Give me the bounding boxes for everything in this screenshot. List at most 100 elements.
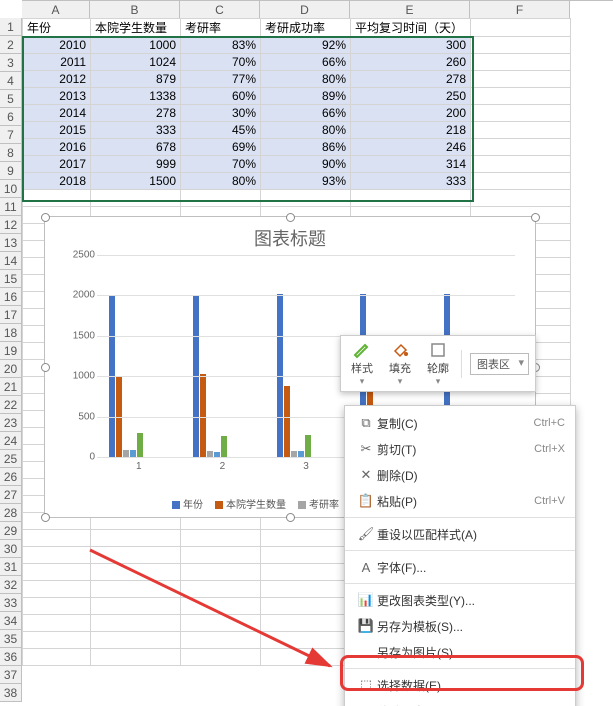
- legend-item[interactable]: 年份: [168, 496, 203, 511]
- cell[interactable]: [23, 547, 91, 564]
- style-button[interactable]: 样式▾: [347, 340, 377, 387]
- menu-item[interactable]: ⧉复制(C)Ctrl+C: [345, 410, 575, 436]
- cell[interactable]: 250: [351, 88, 471, 105]
- cell[interactable]: [471, 71, 571, 88]
- outline-button[interactable]: 轮廓▾: [423, 340, 453, 387]
- resize-handle[interactable]: [41, 213, 50, 222]
- cell[interactable]: 333: [351, 173, 471, 190]
- cell[interactable]: [23, 649, 91, 666]
- cell[interactable]: [91, 530, 181, 547]
- cell[interactable]: 92%: [261, 37, 351, 54]
- chart-bar[interactable]: [221, 436, 227, 457]
- chart-bar[interactable]: [284, 386, 290, 457]
- row-header-4[interactable]: 4: [0, 72, 22, 90]
- row-header-15[interactable]: 15: [0, 270, 22, 288]
- cell[interactable]: [181, 547, 261, 564]
- row-header-24[interactable]: 24: [0, 432, 22, 450]
- menu-item[interactable]: 另存为图片(S)...: [345, 639, 575, 665]
- cell[interactable]: [23, 564, 91, 581]
- row-header-19[interactable]: 19: [0, 342, 22, 360]
- row-header-14[interactable]: 14: [0, 252, 22, 270]
- cell[interactable]: 80%: [181, 173, 261, 190]
- row-header-31[interactable]: 31: [0, 558, 22, 576]
- cell[interactable]: [181, 598, 261, 615]
- row-header-18[interactable]: 18: [0, 324, 22, 342]
- cell[interactable]: 66%: [261, 54, 351, 71]
- cell[interactable]: [261, 632, 351, 649]
- menu-item[interactable]: 📋粘贴(P)Ctrl+V: [345, 488, 575, 514]
- cell[interactable]: [261, 581, 351, 598]
- cell[interactable]: [471, 190, 571, 207]
- row-header-21[interactable]: 21: [0, 378, 22, 396]
- cell[interactable]: 考研成功率: [261, 19, 351, 37]
- cell[interactable]: 89%: [261, 88, 351, 105]
- cell[interactable]: 80%: [261, 71, 351, 88]
- cell[interactable]: 70%: [181, 54, 261, 71]
- row-header-23[interactable]: 23: [0, 414, 22, 432]
- cell[interactable]: 66%: [261, 105, 351, 122]
- row-header-6[interactable]: 6: [0, 108, 22, 126]
- row-header-29[interactable]: 29: [0, 522, 22, 540]
- row-headers[interactable]: 1234567891011121314151617181920212223242…: [0, 18, 22, 702]
- cell[interactable]: [471, 173, 571, 190]
- row-header-3[interactable]: 3: [0, 54, 22, 72]
- cell[interactable]: 314: [351, 156, 471, 173]
- cell[interactable]: [23, 615, 91, 632]
- cell[interactable]: [471, 122, 571, 139]
- row-header-17[interactable]: 17: [0, 306, 22, 324]
- cell[interactable]: 678: [91, 139, 181, 156]
- cell[interactable]: [91, 632, 181, 649]
- row-header-12[interactable]: 12: [0, 216, 22, 234]
- cell[interactable]: [91, 598, 181, 615]
- cell[interactable]: 1024: [91, 54, 181, 71]
- menu-item[interactable]: 移动图表(V)...: [345, 698, 575, 706]
- cell[interactable]: [471, 88, 571, 105]
- cell[interactable]: 300: [351, 37, 471, 54]
- column-headers[interactable]: ABCDEF: [22, 0, 613, 19]
- cell[interactable]: [181, 632, 261, 649]
- cell[interactable]: 60%: [181, 88, 261, 105]
- cell[interactable]: 平均复习时间（天）: [351, 19, 471, 37]
- col-header-F[interactable]: F: [470, 1, 570, 19]
- context-menu[interactable]: ⧉复制(C)Ctrl+C✂剪切(T)Ctrl+X✕删除(D)📋粘贴(P)Ctrl…: [344, 405, 576, 706]
- cell[interactable]: [471, 105, 571, 122]
- col-header-A[interactable]: A: [22, 1, 90, 19]
- cell[interactable]: 246: [351, 139, 471, 156]
- menu-item[interactable]: ⬚选择数据(E)...: [345, 672, 575, 698]
- cell[interactable]: [261, 615, 351, 632]
- cell[interactable]: [23, 530, 91, 547]
- row-header-16[interactable]: 16: [0, 288, 22, 306]
- cell[interactable]: [471, 37, 571, 54]
- cell[interactable]: [261, 598, 351, 615]
- row-header-13[interactable]: 13: [0, 234, 22, 252]
- cell[interactable]: 2010: [23, 37, 91, 54]
- menu-item[interactable]: 🖌重设以匹配样式(A): [345, 521, 575, 547]
- cell[interactable]: [91, 547, 181, 564]
- cell[interactable]: 218: [351, 122, 471, 139]
- row-header-20[interactable]: 20: [0, 360, 22, 378]
- row-header-33[interactable]: 33: [0, 594, 22, 612]
- cell[interactable]: [23, 598, 91, 615]
- row-header-11[interactable]: 11: [0, 198, 22, 216]
- cell[interactable]: 2014: [23, 105, 91, 122]
- cell[interactable]: [91, 190, 181, 207]
- cell[interactable]: 69%: [181, 139, 261, 156]
- cell[interactable]: 90%: [261, 156, 351, 173]
- cell[interactable]: 86%: [261, 139, 351, 156]
- cell[interactable]: [91, 564, 181, 581]
- row-header-10[interactable]: 10: [0, 180, 22, 198]
- menu-item[interactable]: 📊更改图表类型(Y)...: [345, 587, 575, 613]
- chart-bar[interactable]: [130, 450, 136, 457]
- resize-handle[interactable]: [41, 513, 50, 522]
- row-header-30[interactable]: 30: [0, 540, 22, 558]
- cell[interactable]: [261, 530, 351, 547]
- cell[interactable]: 30%: [181, 105, 261, 122]
- cell[interactable]: 879: [91, 71, 181, 88]
- cell[interactable]: [23, 190, 91, 207]
- cell[interactable]: 278: [351, 71, 471, 88]
- row-header-25[interactable]: 25: [0, 450, 22, 468]
- col-header-B[interactable]: B: [90, 1, 180, 19]
- chart-bar[interactable]: [305, 435, 311, 457]
- cell[interactable]: 2013: [23, 88, 91, 105]
- cell[interactable]: [261, 547, 351, 564]
